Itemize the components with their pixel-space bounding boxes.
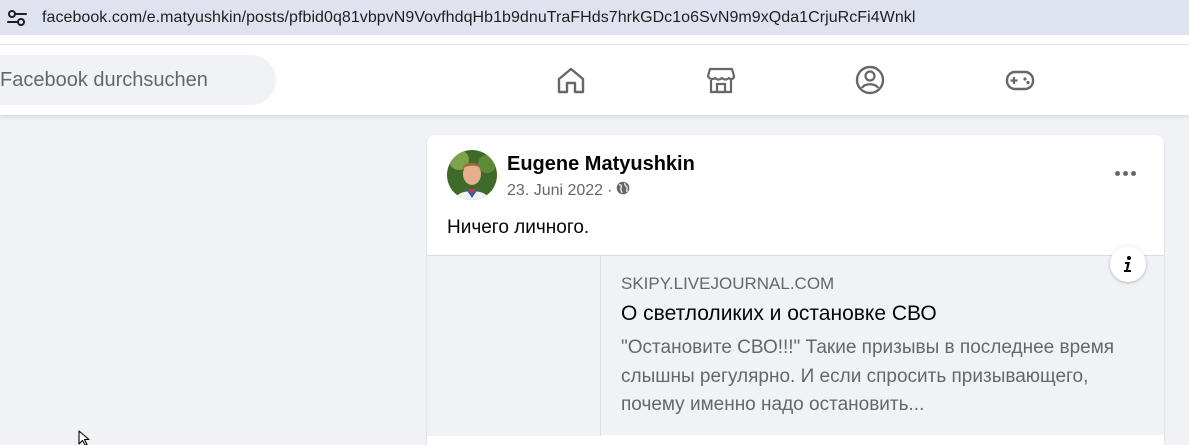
link-domain: SKIPY.LIVEJOURNAL.COM	[621, 274, 835, 293]
info-icon[interactable]	[1110, 246, 1146, 282]
tune-icon[interactable]	[0, 0, 36, 35]
link-title[interactable]: О светлоликих и остановке СВО	[621, 302, 1141, 326]
globe-icon[interactable]	[616, 181, 630, 200]
mouse-cursor-icon	[78, 430, 92, 445]
post-card: Eugene Matyushkin 23. Juni 2022 · Ничего…	[427, 135, 1164, 445]
more-dot	[1114, 170, 1120, 176]
groups-icon[interactable]	[853, 63, 887, 97]
facebook-top-bar: Facebook durchsuchen	[0, 45, 1189, 115]
author-name[interactable]: Eugene Matyushkin	[507, 153, 695, 176]
meta-separator: ·	[607, 181, 613, 199]
search-placeholder: Facebook durchsuchen	[0, 68, 208, 91]
home-icon[interactable]	[554, 63, 588, 97]
link-preview-text[interactable]: SKIPY.LIVEJOURNAL.COM О светлоликих и ос…	[621, 274, 1141, 420]
url-text[interactable]: facebook.com/e.matyushkin/posts/pfbid0q8…	[36, 9, 915, 27]
post-meta: 23. Juni 2022 ·	[507, 181, 630, 200]
more-dot	[1122, 170, 1128, 176]
marketplace-icon[interactable]	[704, 63, 738, 97]
more-options-icon[interactable]	[1108, 163, 1142, 183]
post-date[interactable]: 23. Juni 2022	[507, 182, 603, 200]
search-input[interactable]: Facebook durchsuchen	[0, 55, 276, 105]
link-preview[interactable]: SKIPY.LIVEJOURNAL.COM О светлоликих и ос…	[427, 255, 1164, 436]
more-dot	[1130, 170, 1136, 176]
gaming-icon[interactable]	[1003, 63, 1037, 97]
post-text: Ничего личного.	[447, 217, 590, 238]
link-preview-image[interactable]	[427, 256, 601, 436]
browser-address-bar[interactable]: facebook.com/e.matyushkin/posts/pfbid0q8…	[0, 0, 1189, 35]
link-description: "Остановите СВО!!!" Такие призывы в посл…	[621, 337, 1115, 415]
avatar[interactable]	[447, 150, 497, 200]
